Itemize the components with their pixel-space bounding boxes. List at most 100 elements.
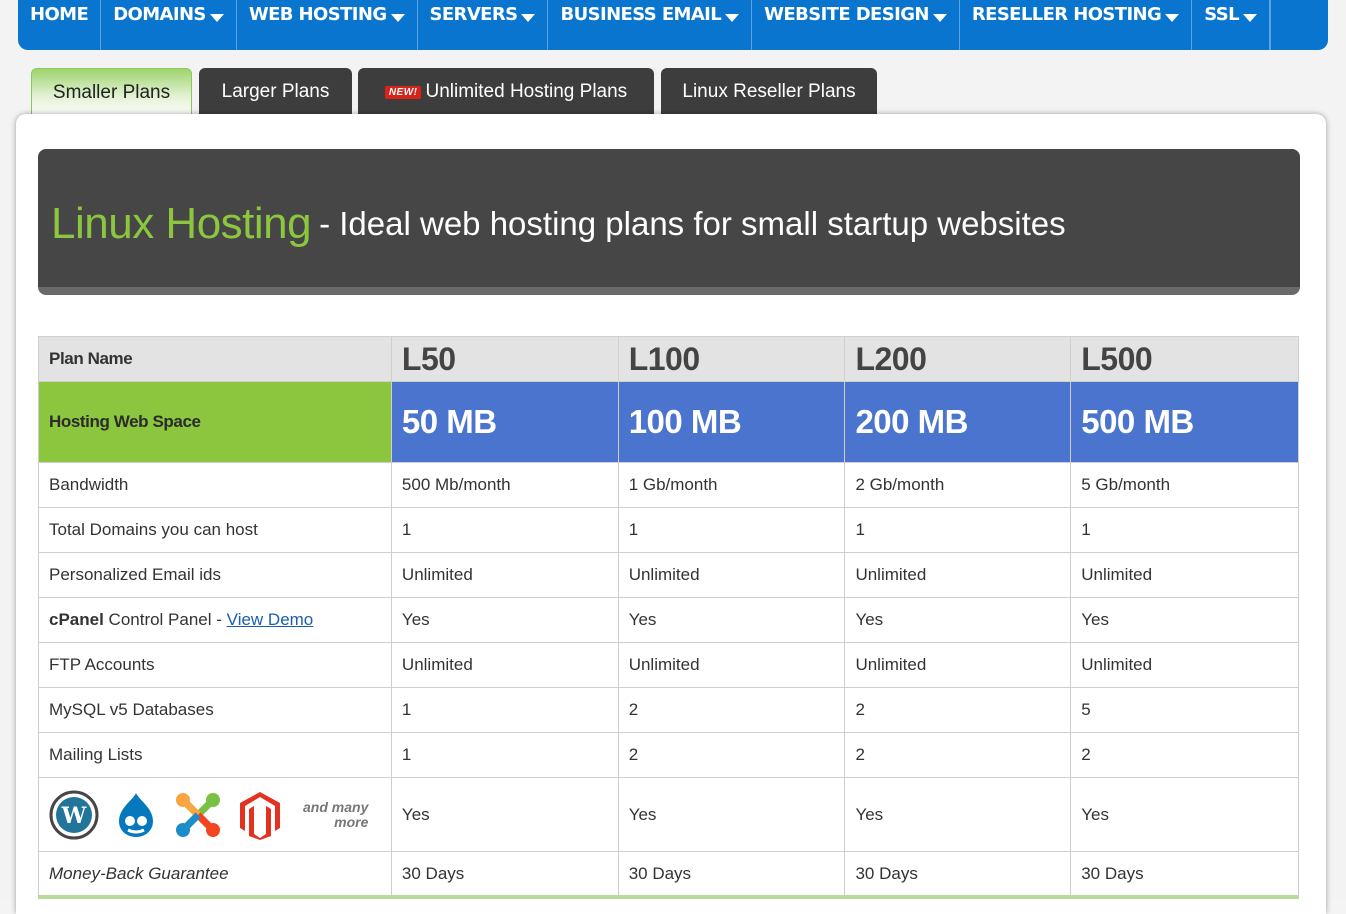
table-cell: Yes (1070, 777, 1299, 852)
table-cell: 5 (1070, 687, 1299, 733)
table-cell: Yes (390, 777, 619, 852)
table-cell: 5 Gb/month (1070, 462, 1299, 508)
table-cell: Yes (844, 777, 1072, 852)
page: HOME DOMAINS WEB HOSTING SERVERS BUSINES… (0, 0, 1346, 914)
chevron-down-icon (521, 14, 536, 22)
app-icons: W and many more (49, 790, 381, 840)
table-cell: Yes (617, 597, 846, 643)
web-space-value: 200 MB (844, 381, 1072, 463)
plan-name: L50 (390, 336, 619, 382)
table-cell: 1 (390, 732, 619, 778)
row-label: Plan Name (38, 336, 392, 382)
drupal-icon (119, 792, 153, 837)
nav-ssl[interactable]: SSL (1192, 0, 1270, 50)
table-row-web-space: Hosting Web Space 50 MB 100 MB 200 MB 50… (38, 381, 1299, 463)
table-cell: 30 Days (617, 851, 846, 897)
nav-servers[interactable]: SERVERS (418, 0, 549, 50)
row-label: Money-Back Guarantee (38, 851, 392, 897)
row-label: Mailing Lists (38, 732, 392, 778)
table-row: FTP Accounts Unlimited Unlimited Unlimit… (38, 642, 1299, 688)
table-cell: Yes (1070, 597, 1299, 643)
hosting-banner: Linux Hosting - Ideal web hosting plans … (38, 149, 1300, 295)
table-cell: Unlimited (617, 642, 846, 688)
chevron-down-icon (390, 14, 405, 22)
row-label: Total Domains you can host (38, 507, 392, 553)
banner-subtitle: - Ideal web hosting plans for small star… (319, 205, 1066, 242)
table-row: Mailing Lists 1 2 2 2 (38, 732, 1299, 778)
web-space-value: 50 MB (390, 381, 619, 463)
table-row: Personalized Email ids Unlimited Unlimit… (38, 552, 1299, 598)
row-label: cPanel Control Panel - View Demo (38, 597, 392, 643)
tab-linux-reseller-plans[interactable]: Linux Reseller Plans (661, 68, 877, 116)
table-cell: 30 Days (1070, 851, 1299, 897)
plans-comparison-table: Plan Name L50 L100 L200 L500 Hosting Web… (38, 336, 1299, 897)
table-cell: Unlimited (390, 552, 619, 598)
view-demo-link[interactable]: View Demo (227, 610, 314, 629)
web-space-value: 500 MB (1070, 381, 1299, 463)
table-row-apps: W and many more Yes Yes Yes Yes (38, 777, 1299, 852)
row-label: Bandwidth (38, 462, 392, 508)
table-row: Total Domains you can host 1 1 1 1 (38, 507, 1299, 553)
table-cell: 1 (390, 687, 619, 733)
plan-name: L200 (844, 336, 1072, 382)
table-bottom-divider (38, 895, 1299, 899)
chevron-down-icon (209, 14, 224, 22)
table-cell: 1 (617, 507, 846, 553)
top-navigation: HOME DOMAINS WEB HOSTING SERVERS BUSINES… (18, 0, 1328, 50)
nav-empty-slot (1269, 0, 1328, 50)
chevron-down-icon (725, 14, 740, 22)
table-cell: 2 (844, 732, 1072, 778)
table-cell: 2 (844, 687, 1072, 733)
nav-home[interactable]: HOME (18, 0, 102, 50)
table-cell: 2 (617, 732, 846, 778)
web-space-value: 100 MB (617, 381, 846, 463)
table-row: MySQL v5 Databases 1 2 2 5 (38, 687, 1299, 733)
chevron-down-icon (932, 14, 947, 22)
row-label: W and many more (38, 777, 392, 852)
row-label: Hosting Web Space (38, 381, 392, 463)
table-row: Bandwidth 500 Mb/month 1 Gb/month 2 Gb/m… (38, 462, 1299, 508)
table-cell: 30 Days (390, 851, 619, 897)
tab-larger-plans[interactable]: Larger Plans (199, 68, 352, 116)
table-cell: 1 (1070, 507, 1299, 553)
and-many-more-text: and many more (303, 798, 369, 830)
new-badge: NEW! (384, 85, 422, 99)
table-cell: Unlimited (1070, 642, 1299, 688)
nav-reseller-hosting[interactable]: RESELLER HOSTING (960, 0, 1193, 50)
table-cell: 2 (617, 687, 846, 733)
table-cell: Yes (617, 777, 846, 852)
row-label: FTP Accounts (38, 642, 392, 688)
nav-business-email[interactable]: BUSINESS EMAIL (548, 0, 753, 50)
plan-name: L100 (617, 336, 846, 382)
joomla-icon (176, 792, 220, 837)
tab-smaller-plans[interactable]: Smaller Plans (31, 68, 192, 116)
table-cell: 30 Days (844, 851, 1072, 897)
nav-website-design[interactable]: WEBSITE DESIGN (752, 0, 960, 50)
wordpress-icon: W (49, 790, 99, 839)
tab-unlimited-hosting-plans[interactable]: NEW! Unlimited Hosting Plans (358, 68, 654, 116)
table-cell: 1 (390, 507, 619, 553)
table-cell: Unlimited (617, 552, 846, 598)
table-cell: Unlimited (390, 642, 619, 688)
row-label: Personalized Email ids (38, 552, 392, 598)
svg-text:W: W (61, 803, 87, 829)
nav-domains[interactable]: DOMAINS (101, 0, 237, 50)
table-cell: Unlimited (844, 642, 1072, 688)
plan-name: L500 (1070, 336, 1299, 382)
table-cell: Unlimited (1070, 552, 1299, 598)
table-cell: 1 (844, 507, 1072, 553)
chevron-down-icon (1242, 14, 1257, 22)
table-header-row: Plan Name L50 L100 L200 L500 (38, 336, 1299, 382)
cpanel-label: cPanel (49, 610, 104, 629)
table-cell: Unlimited (844, 552, 1072, 598)
row-label: MySQL v5 Databases (38, 687, 392, 733)
table-cell: 500 Mb/month (390, 462, 619, 508)
magento-icon (240, 791, 280, 840)
table-cell: 1 Gb/month (617, 462, 846, 508)
table-cell: Yes (844, 597, 1072, 643)
nav-web-hosting[interactable]: WEB HOSTING (237, 0, 418, 50)
table-row: cPanel Control Panel - View Demo Yes Yes… (38, 597, 1299, 643)
table-row-money-back: Money-Back Guarantee 30 Days 30 Days 30 … (38, 851, 1299, 897)
chevron-down-icon (1165, 14, 1180, 22)
table-cell: 2 (1070, 732, 1299, 778)
